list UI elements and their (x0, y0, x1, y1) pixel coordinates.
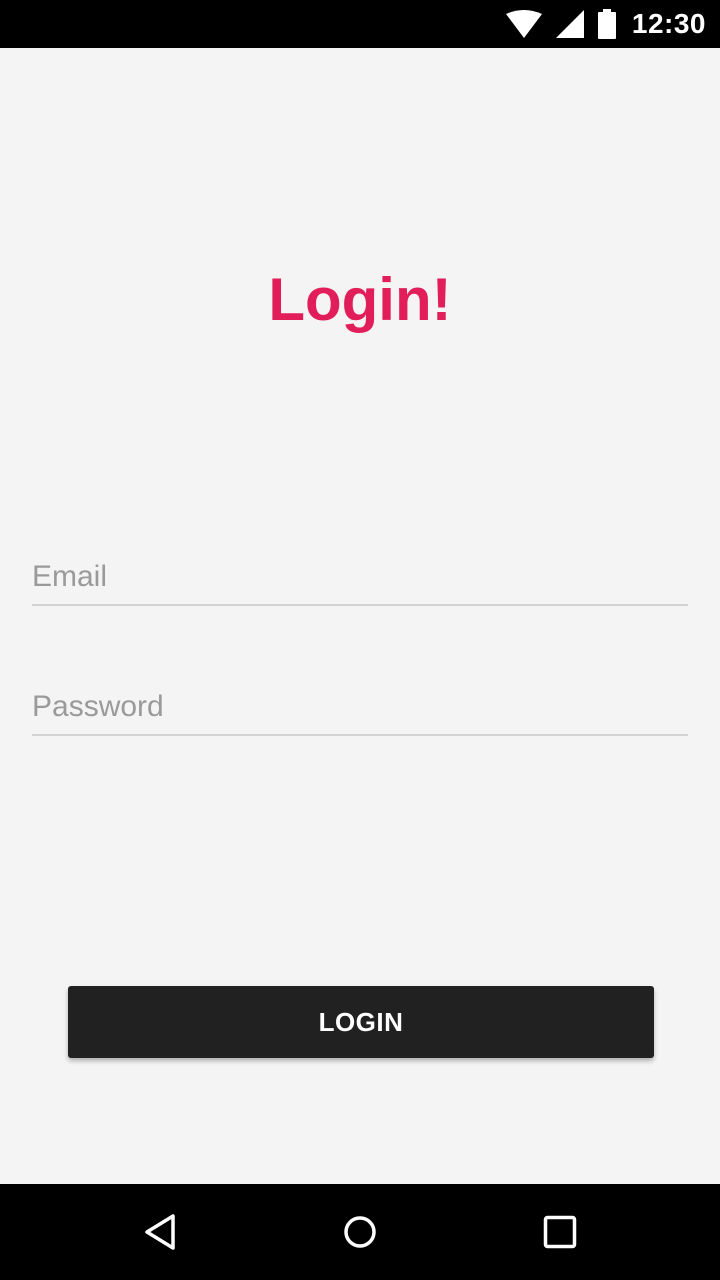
recents-button[interactable] (536, 1208, 584, 1256)
page-title: Login! (268, 266, 452, 333)
login-button[interactable]: LOGIN (68, 986, 654, 1058)
battery-icon (597, 9, 616, 39)
login-screen: 12:30 Login! LOGIN (0, 0, 720, 1280)
password-field[interactable] (32, 690, 688, 724)
back-icon (145, 1214, 175, 1250)
navigation-bar (0, 1184, 720, 1280)
status-icons: 12:30 (505, 0, 706, 48)
wifi-icon (505, 10, 542, 38)
home-icon (344, 1216, 376, 1248)
status-time: 12:30 (631, 8, 706, 39)
password-field-container (32, 670, 688, 736)
recents-icon (543, 1215, 577, 1249)
back-button[interactable] (136, 1208, 184, 1256)
status-bar: 12:30 (0, 0, 720, 48)
email-field[interactable] (32, 560, 688, 594)
cell-signal-icon (555, 10, 584, 38)
email-field-container (32, 540, 688, 606)
home-button[interactable] (336, 1208, 384, 1256)
